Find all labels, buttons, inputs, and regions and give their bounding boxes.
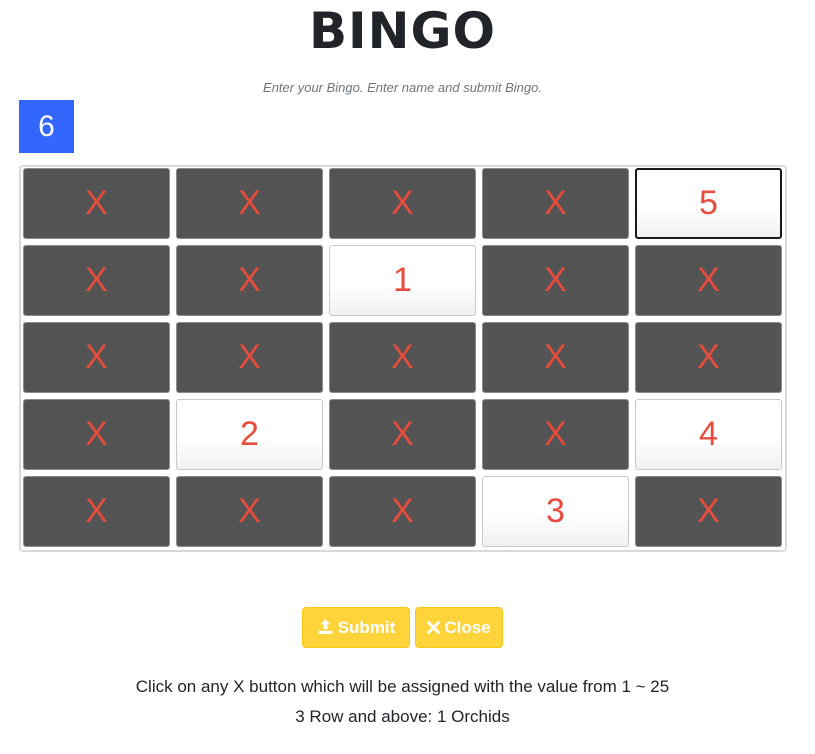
upload-icon — [317, 618, 334, 638]
bingo-cell-x[interactable]: X — [23, 168, 170, 239]
bingo-cell-x[interactable]: X — [635, 476, 782, 547]
bingo-cell-x[interactable]: X — [482, 399, 629, 470]
bingo-cell-x[interactable]: X — [482, 322, 629, 393]
bingo-cell-number[interactable]: 1 — [329, 245, 476, 316]
bingo-cell-x[interactable]: X — [23, 245, 170, 316]
bingo-cell-number[interactable]: 5 — [635, 168, 782, 239]
prize-text: 3 Row and above: 1 Orchids — [295, 707, 510, 726]
bingo-cell-x[interactable]: X — [635, 322, 782, 393]
bingo-cell-x[interactable]: X — [482, 245, 629, 316]
close-label: Close — [444, 618, 491, 637]
bingo-cell-number[interactable]: 3 — [482, 476, 629, 547]
bingo-cell-x[interactable]: X — [329, 322, 476, 393]
bingo-cell-number[interactable]: 4 — [635, 399, 782, 470]
bingo-cell-x[interactable]: X — [23, 476, 170, 547]
page-title: BINGO — [308, 2, 497, 60]
close-icon — [426, 619, 441, 637]
bingo-cell-number[interactable]: 2 — [176, 399, 323, 470]
bingo-board: XXXX5XX1XXXXXXXX2XX4XXX3X — [19, 165, 787, 552]
number-counter-badge: 6 — [19, 100, 74, 153]
instructions-text: Click on any X button which will be assi… — [135, 677, 670, 696]
bingo-cell-x[interactable]: X — [482, 168, 629, 239]
submit-label: Submit — [337, 618, 396, 637]
bingo-cell-x[interactable]: X — [176, 476, 323, 547]
page-subtitle: Enter your Bingo. Enter name and submit … — [263, 80, 542, 95]
close-button[interactable]: Close — [415, 607, 503, 648]
bingo-cell-x[interactable]: X — [329, 399, 476, 470]
bingo-cell-x[interactable]: X — [23, 322, 170, 393]
bingo-page: BINGO Enter your Bingo. Enter name and s… — [0, 0, 815, 754]
bingo-cell-x[interactable]: X — [176, 168, 323, 239]
bingo-cell-x[interactable]: X — [329, 168, 476, 239]
bingo-cell-x[interactable]: X — [329, 476, 476, 547]
submit-button[interactable]: Submit — [302, 607, 410, 648]
bingo-cell-x[interactable]: X — [635, 245, 782, 316]
bingo-cell-x[interactable]: X — [23, 399, 170, 470]
bingo-cell-x[interactable]: X — [176, 245, 323, 316]
bingo-cell-x[interactable]: X — [176, 322, 323, 393]
